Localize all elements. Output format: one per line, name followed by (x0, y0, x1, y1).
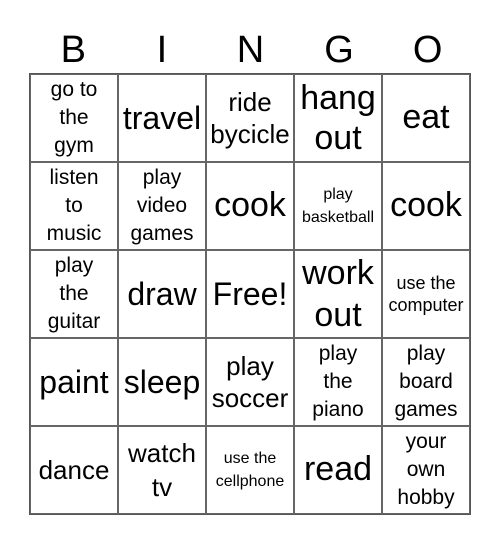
bingo-cell[interactable]: play the piano (294, 338, 382, 426)
bingo-cell[interactable]: use the cellphone (206, 426, 294, 514)
header-letter-o: O (412, 29, 443, 71)
bingo-cell[interactable]: play board games (382, 338, 470, 426)
bingo-cell[interactable]: play the guitar (30, 250, 118, 338)
header-letter-n: N (236, 29, 265, 71)
bingo-cell[interactable]: watch tv (118, 426, 206, 514)
bingo-header: B I N G O (29, 28, 472, 72)
bingo-cell[interactable]: read (294, 426, 382, 514)
header-letter-g: G (324, 29, 354, 71)
bingo-cell[interactable]: play video games (118, 162, 206, 250)
bingo-cell[interactable]: work out (294, 250, 382, 338)
bingo-cell[interactable]: cook (382, 162, 470, 250)
bingo-cell[interactable]: play basketball (294, 162, 382, 250)
bingo-cell[interactable]: travel (118, 74, 206, 162)
bingo-cell[interactable]: cook (206, 162, 294, 250)
header-letter-b: B (60, 29, 86, 71)
bingo-cell[interactable]: use the computer (382, 250, 470, 338)
bingo-cell[interactable]: paint (30, 338, 118, 426)
bingo-cell[interactable]: Free! (206, 250, 294, 338)
bingo-cell[interactable]: ride bycicle (206, 74, 294, 162)
bingo-cell[interactable]: eat (382, 74, 470, 162)
bingo-cell[interactable]: draw (118, 250, 206, 338)
bingo-cell[interactable]: hang out (294, 74, 382, 162)
bingo-cell[interactable]: play soccer (206, 338, 294, 426)
bingo-cell[interactable]: go to the gym (30, 74, 118, 162)
bingo-cell[interactable]: sleep (118, 338, 206, 426)
bingo-cell[interactable]: your own hobby (382, 426, 470, 514)
header-letter-i: I (156, 29, 168, 71)
bingo-cell[interactable]: listen to music (30, 162, 118, 250)
bingo-cell[interactable]: dance (30, 426, 118, 514)
bingo-grid: go to the gym travel ride bycicle hang o… (29, 73, 471, 515)
